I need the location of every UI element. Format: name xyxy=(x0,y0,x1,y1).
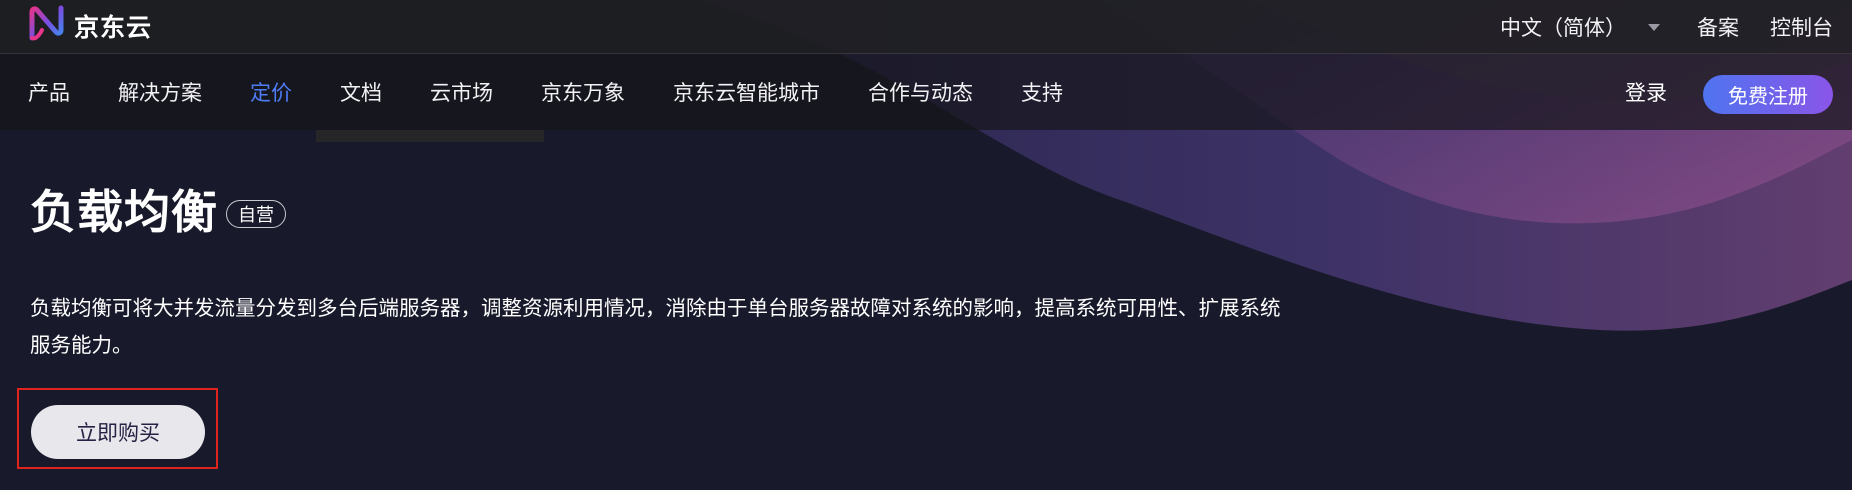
beian-link[interactable]: 备案 xyxy=(1697,0,1739,53)
jd-cloud-logo-icon xyxy=(26,4,72,48)
page-title: 负载均衡 xyxy=(30,185,218,239)
nav-item-smart-city[interactable]: 京东云智能城市 xyxy=(673,54,820,130)
brand-logo[interactable]: 京东云 xyxy=(26,4,153,48)
login-link[interactable]: 登录 xyxy=(1625,54,1667,130)
buy-now-button[interactable]: 立即购买 xyxy=(31,405,205,459)
nav-item-jd-wanxiang[interactable]: 京东万象 xyxy=(541,54,625,130)
nav-item-products[interactable]: 产品 xyxy=(28,54,70,130)
nav-item-support[interactable]: 支持 xyxy=(1021,54,1063,130)
product-description: 负载均衡可将大并发流量分发到多台后端服务器，调整资源利用情况，消除由于单台服务器… xyxy=(30,296,1281,357)
caret-down-icon xyxy=(1648,24,1660,31)
nav-item-solutions[interactable]: 解决方案 xyxy=(118,54,202,130)
brand-name: 京东云 xyxy=(74,13,153,42)
self-operated-badge: 自营 xyxy=(226,200,286,228)
nav-item-docs[interactable]: 文档 xyxy=(340,54,382,130)
nav-item-marketplace[interactable]: 云市场 xyxy=(430,54,493,130)
register-button[interactable]: 免费注册 xyxy=(1703,75,1833,114)
nav-item-partners-news[interactable]: 合作与动态 xyxy=(868,54,973,130)
language-label: 中文（简体） xyxy=(1500,15,1626,40)
nav-active-indicator xyxy=(316,130,544,142)
language-selector[interactable]: 中文（简体） xyxy=(1500,0,1660,53)
console-link[interactable]: 控制台 xyxy=(1770,0,1833,53)
nav-item-pricing[interactable]: 定价 xyxy=(250,54,292,130)
